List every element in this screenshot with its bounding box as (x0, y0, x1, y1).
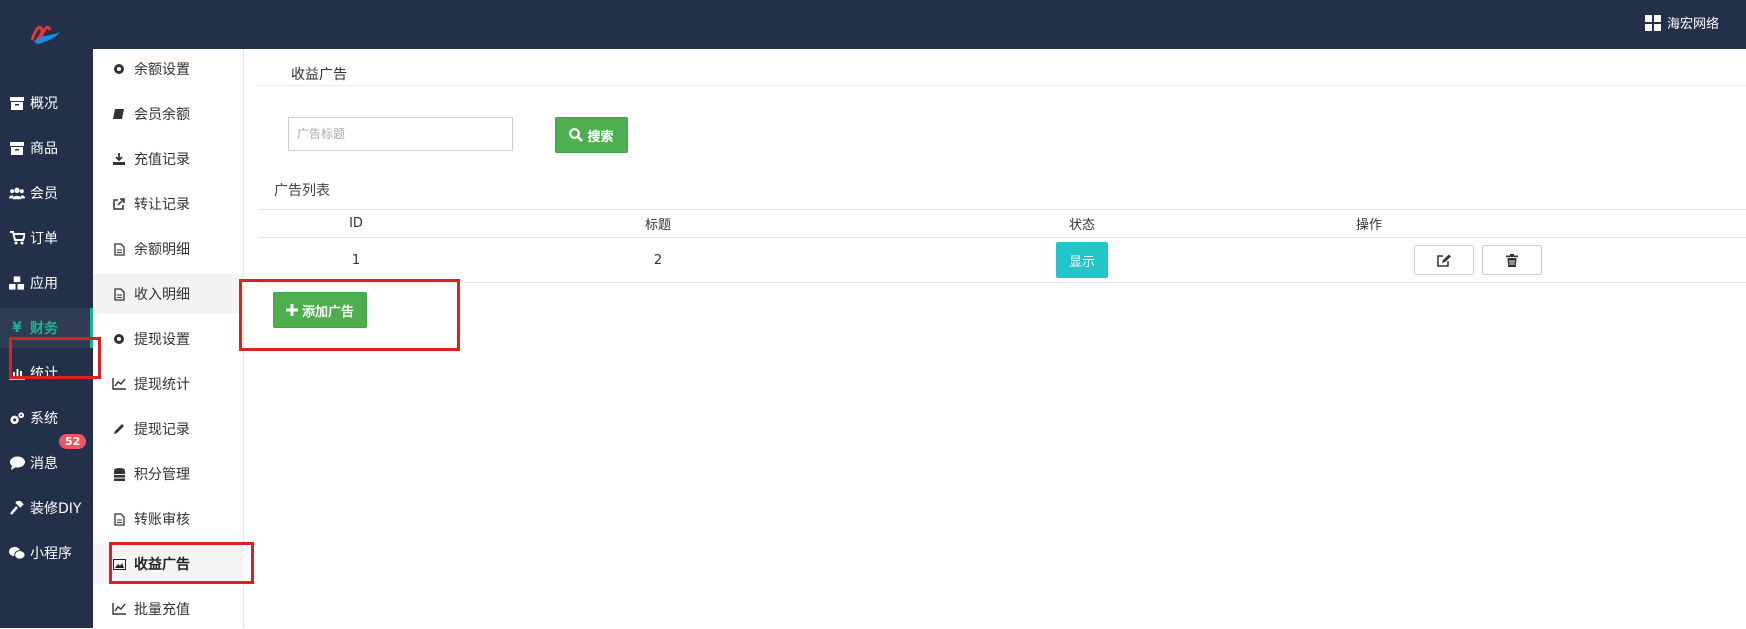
nav-item-orders[interactable]: 订单 (0, 218, 93, 258)
gavel-icon (9, 500, 25, 516)
main-content: 收益广告 搜索 广告列表 ID 标题 状态 操作 1 2 显示 (258, 49, 1746, 628)
subnav-item-label: 提现记录 (134, 422, 190, 438)
column-header-id: ID (349, 216, 363, 231)
download-icon (112, 152, 126, 166)
column-header-actions: 操作 (1355, 218, 1382, 233)
user-name: 海宏网络 (1666, 17, 1719, 32)
subnav-item-balance-details[interactable]: 余额明细 (93, 229, 244, 269)
gear-icon (112, 62, 126, 76)
subnav-item-label: 收入明细 (134, 287, 190, 303)
nav-item-label: 装修DIY (30, 501, 82, 517)
annotation-box-add-ad (239, 279, 460, 351)
ad-table: ID 标题 状态 操作 1 2 显示 (258, 209, 1746, 283)
subnav-item-recharge-records[interactable]: 充值记录 (93, 139, 244, 179)
subnav-item-member-balance[interactable]: 会员余额 (93, 94, 244, 134)
nav-item-label: 订单 (30, 231, 58, 247)
nav-item-label: 系统 (30, 411, 58, 427)
column-header-status: 状态 (1068, 218, 1095, 233)
edit-icon (1436, 254, 1451, 267)
subnav-item-withdraw-records[interactable]: 提现记录 (93, 409, 244, 449)
search-icon (569, 128, 584, 142)
nav-item-label: 会员 (30, 186, 58, 202)
status-toggle-button[interactable]: 显示 (1056, 242, 1108, 278)
nav-item-label: 商品 (30, 141, 58, 157)
nav-item-apps[interactable]: 应用 (0, 263, 93, 303)
subnav-item-label: 余额明细 (134, 242, 190, 258)
nav-item-label: 应用 (30, 276, 58, 292)
file-icon (112, 512, 126, 526)
subnav-item-transfer-review[interactable]: 转账审核 (93, 499, 244, 539)
subnav-item-bulk-recharge[interactable]: 批量充值 (93, 589, 244, 629)
gears-icon (9, 410, 25, 426)
subnav-item-label: 余额设置 (134, 62, 190, 78)
ad-list-title: 广告列表 (274, 183, 330, 199)
comment-icon (9, 455, 25, 471)
table-header: ID 标题 状态 操作 (258, 209, 1746, 238)
external-link-icon (112, 197, 126, 211)
wechat-icon (9, 545, 25, 561)
subnav-item-balance-settings[interactable]: 余额设置 (93, 49, 244, 89)
nav-item-system[interactable]: 系统 (0, 398, 93, 438)
edit-button[interactable] (1414, 245, 1474, 275)
search-button[interactable]: 搜索 (555, 117, 628, 153)
divider (258, 85, 1746, 86)
cell-id: 1 (351, 252, 361, 268)
users-icon (9, 185, 25, 201)
nav-item-overview[interactable]: 概况 (0, 83, 93, 123)
subnav-item-label: 批量充值 (134, 602, 190, 618)
nav-item-label: 小程序 (30, 546, 72, 562)
nav-item-label: 消息 (30, 456, 58, 472)
column-header-title: 标题 (644, 218, 671, 233)
nav-item-decoration[interactable]: 装修DIY (0, 488, 93, 528)
nav-item-members[interactable]: 会员 (0, 173, 93, 213)
brand-logo (30, 25, 60, 44)
subnav-item-label: 提现统计 (134, 377, 190, 393)
th-large-icon (1644, 14, 1661, 31)
yen-icon: ¥ (12, 320, 22, 336)
cell-status: 显示 (1056, 238, 1108, 282)
table-row: 1 2 显示 (258, 238, 1746, 283)
subnav-item-label: 会员余额 (134, 107, 190, 123)
archive-icon (9, 95, 25, 111)
subnav-item-income-details[interactable]: 收入明细 (93, 274, 244, 314)
nav-item-goods[interactable]: 商品 (0, 128, 93, 168)
book-icon (112, 107, 126, 121)
line-chart-icon (112, 377, 126, 391)
annotation-box-revenue-ads (109, 542, 254, 584)
subnav-item-label: 充值记录 (134, 152, 190, 168)
cell-title: 2 (653, 252, 663, 268)
cart-icon (9, 230, 25, 246)
archive-icon (9, 140, 25, 156)
database-icon (112, 467, 126, 481)
annotation-box-finance (9, 337, 101, 379)
search-button-label: 搜索 (587, 129, 614, 145)
message-count-badge: 52 (59, 434, 87, 449)
delete-button[interactable] (1482, 245, 1542, 275)
line-chart-icon (112, 602, 126, 616)
subnav-item-label: 积分管理 (134, 467, 190, 483)
trash-icon (1506, 253, 1518, 267)
cubes-icon (9, 275, 25, 291)
nav-item-label: 概况 (30, 96, 58, 112)
subnav-item-transfer-records[interactable]: 转让记录 (93, 184, 244, 224)
subnav-item-label: 提现设置 (134, 332, 190, 348)
nav-item-messages[interactable]: 消息 52 (0, 434, 93, 483)
subnav-item-points-management[interactable]: 积分管理 (93, 454, 244, 494)
top-bar: 海宏网络 (0, 0, 1746, 49)
file-icon (112, 287, 126, 301)
ad-title-search-input[interactable] (288, 117, 513, 151)
pencil-icon (112, 422, 126, 436)
cell-actions (1410, 238, 1550, 282)
subnav-item-withdraw-settings[interactable]: 提现设置 (93, 319, 244, 359)
nav-item-miniprogram[interactable]: 小程序 (0, 533, 93, 573)
page-title: 收益广告 (291, 67, 347, 83)
gear-icon (112, 332, 126, 346)
user-menu[interactable]: 海宏网络 (1644, 13, 1719, 32)
subnav-item-label: 转让记录 (134, 197, 190, 213)
subnav-item-label: 转账审核 (134, 512, 190, 528)
file-icon (112, 242, 126, 256)
nav-item-label: 财务 (30, 321, 58, 337)
subnav-item-withdraw-stats[interactable]: 提现统计 (93, 364, 244, 404)
